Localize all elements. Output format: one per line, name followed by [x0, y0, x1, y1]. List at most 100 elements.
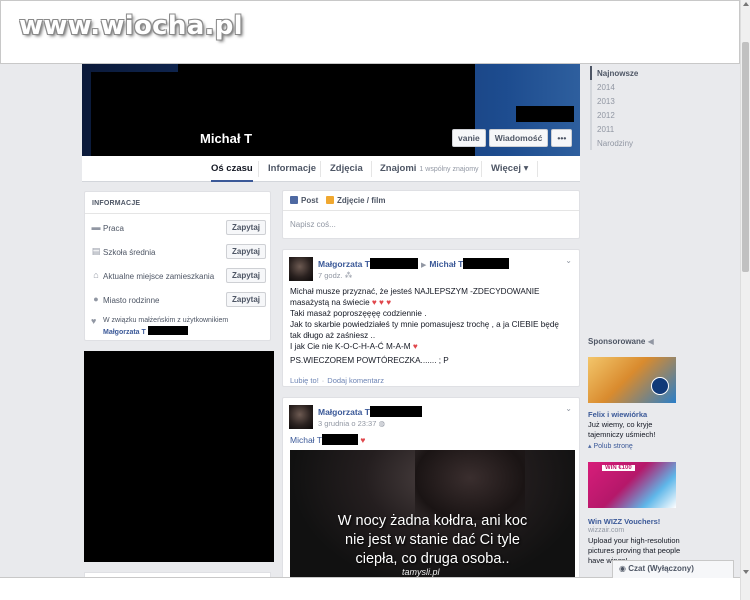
thumbs-up-icon: ▴: [588, 443, 592, 450]
scroll-down-icon[interactable]: [743, 570, 749, 574]
top-bar: www.wiocha.pl: [0, 0, 740, 64]
more-options-button[interactable]: •••: [551, 129, 573, 147]
info-card: INFORMACJE ▬ Praca Zapytaj ▤ Szkoła śred…: [84, 191, 271, 341]
author-avatar[interactable]: [289, 405, 313, 429]
heart-emoji-icon: ♥: [412, 342, 418, 351]
redaction-block: [463, 258, 510, 269]
ask-residence-button[interactable]: Zapytaj: [225, 268, 266, 283]
ad-url: wizzair.com: [588, 527, 625, 534]
post-text-line: PS.WIECZOREM POWTÓRECZKA....... ; P: [290, 356, 449, 365]
tab-photos[interactable]: Zdjęcia: [330, 156, 363, 182]
post-menu-chevron-icon[interactable]: ⌄: [565, 256, 572, 265]
post-text-line: tak długo aż zaśniesz ..: [290, 331, 376, 340]
post-menu-chevron-icon[interactable]: ⌄: [565, 404, 572, 413]
info-row-school: ▤ Szkoła średnia Zapytaj: [91, 242, 266, 264]
year-2013[interactable]: 2013: [592, 94, 638, 108]
mutual-friends-count: 1 wspólny znajomy: [419, 166, 479, 173]
like-link[interactable]: Lubię to!: [290, 376, 319, 385]
pin-icon: ●: [93, 294, 99, 304]
cover-actions: vanie Wiadomość •••: [452, 129, 573, 147]
info-row-work: ▬ Praca Zapytaj: [91, 218, 266, 240]
comment-link[interactable]: Dodaj komentarz: [327, 376, 384, 385]
ad-badge: [651, 377, 669, 395]
heart-emoji-icon: ♥: [360, 435, 366, 445]
photo-watermark: tamysli.pl: [402, 567, 440, 577]
year-2011[interactable]: 2011: [592, 122, 638, 136]
post-time[interactable]: 7 godz.: [318, 271, 343, 280]
post-text-line: Jak to skarbie powiedziałeś ty mnie poma…: [290, 320, 559, 329]
ad-tag: WIN €100: [602, 465, 635, 471]
timeline-post: Małgorzata T ▶ Michał T 7 godz. ⁂ ⌄ Michał…: [282, 249, 580, 387]
friend-button[interactable]: vanie: [452, 129, 486, 147]
post-author[interactable]: Małgorzata T: [318, 259, 370, 269]
timeline-post: Małgorzata T 3 grudnia o 23:37 ◍ ⌄ Micha…: [282, 397, 580, 588]
tagged-user: Michał T ♥: [290, 434, 366, 445]
redaction-block: [369, 406, 422, 417]
profile-nav: Oś czasu Informacje Zdjęcia Znajomi 1 wsp…: [82, 156, 580, 182]
composer-photo-tab[interactable]: Zdjęcie / film: [326, 196, 385, 205]
ad-title[interactable]: Felix i wiewiórka: [588, 410, 647, 419]
redaction-block: [516, 106, 574, 122]
ad-description: Już wiemy, co kryje tajemniczy uśmiech!: [588, 420, 656, 439]
scroll-up-icon[interactable]: [743, 2, 749, 6]
briefcase-icon: ▬: [91, 222, 101, 232]
site-watermark: www.wiocha.pl: [19, 11, 243, 41]
house-icon: ⌂: [93, 270, 99, 280]
heart-emoji-icon: ♥ ♥ ♥: [371, 298, 392, 307]
composer-input[interactable]: Napisz coś...: [290, 220, 336, 229]
post-text-line: Taki masaż poproszęęęę codziennie .: [290, 309, 427, 318]
ask-school-button[interactable]: Zapytaj: [225, 244, 266, 259]
tab-about[interactable]: Informacje: [268, 156, 316, 182]
pencil-icon: [290, 196, 298, 204]
post-author[interactable]: Małgorzata T: [318, 407, 370, 417]
photo-caption: W nocy żadna kołdra, ani koc nie jest w …: [337, 513, 528, 567]
ask-hometown-button[interactable]: Zapytaj: [225, 292, 266, 307]
ask-work-button[interactable]: Zapytaj: [225, 220, 266, 235]
heart-icon: ♥: [91, 316, 97, 326]
spouse-link[interactable]: Małgorzata T: [103, 329, 146, 336]
tab-friends[interactable]: Znajomi 1 wspólny znajomy: [380, 156, 479, 182]
post-target[interactable]: Michał T: [429, 259, 463, 269]
bottom-bar: [0, 577, 740, 600]
arrow-right-icon: ▶: [420, 262, 427, 269]
author-avatar[interactable]: [289, 257, 313, 281]
year-2012[interactable]: 2012: [592, 108, 638, 122]
photo-figure: [415, 450, 525, 520]
redaction-block: [321, 434, 358, 445]
person-icon: ◉: [619, 564, 626, 573]
school-icon: ▤: [91, 246, 101, 256]
megaphone-icon: ◀: [647, 337, 654, 346]
info-row-hometown: ● Miasto rodzinne Zapytaj: [91, 290, 266, 312]
chat-bar[interactable]: ◉ Czat (Wyłączony): [612, 560, 734, 578]
photo-icon: [326, 196, 334, 204]
post-photo[interactable]: W nocy żadna kołdra, ani koc nie jest w …: [290, 450, 575, 588]
tab-more[interactable]: Więcej ▾: [491, 156, 528, 182]
post-text-line: masażystą na świecie ♥ ♥ ♥: [290, 298, 392, 307]
ad-image[interactable]: [588, 357, 676, 403]
info-title: INFORMACJE: [85, 192, 270, 214]
like-page-link[interactable]: ▴ Polub stronę: [588, 442, 633, 450]
year-2014[interactable]: 2014: [592, 80, 638, 94]
page-scrollbar[interactable]: [740, 0, 750, 600]
tab-timeline[interactable]: Oś czasu: [211, 156, 253, 182]
timeline-years: Najnowsze 2014 2013 2012 2011 Narodziny: [590, 66, 638, 150]
sponsored-heading: Sponsorowane ◀: [588, 337, 654, 346]
profile-name[interactable]: Michał T: [200, 131, 252, 146]
post-time[interactable]: 3 grudnia o 23:37: [318, 419, 376, 428]
scroll-thumb[interactable]: [742, 42, 749, 272]
ad-title[interactable]: Win WIZZ Vouchers!: [588, 517, 660, 526]
photos-redacted: [84, 351, 274, 562]
year-recent[interactable]: Najnowsze: [590, 66, 638, 80]
info-row-residence: ⌂ Aktualne miejsce zamieszkania Zapytaj: [91, 266, 266, 288]
composer-post-tab[interactable]: Post: [290, 196, 318, 205]
redaction-block: [369, 258, 418, 269]
post-text-line: Michał musze przyznać, że jesteś NAJLEPS…: [290, 287, 540, 296]
post-composer: Post Zdjęcie / film Napisz coś...: [282, 190, 580, 239]
post-text-line: I jak Cie nie K-O-C-H-A-Ć M-A-M ♥: [290, 342, 418, 351]
ad-image[interactable]: WIN €100: [588, 462, 676, 508]
year-born[interactable]: Narodziny: [592, 136, 638, 150]
redaction-block: [147, 326, 188, 335]
globe-icon[interactable]: ◍: [378, 419, 385, 428]
audience-icon[interactable]: ⁂: [345, 271, 353, 280]
message-button[interactable]: Wiadomość: [488, 129, 549, 147]
